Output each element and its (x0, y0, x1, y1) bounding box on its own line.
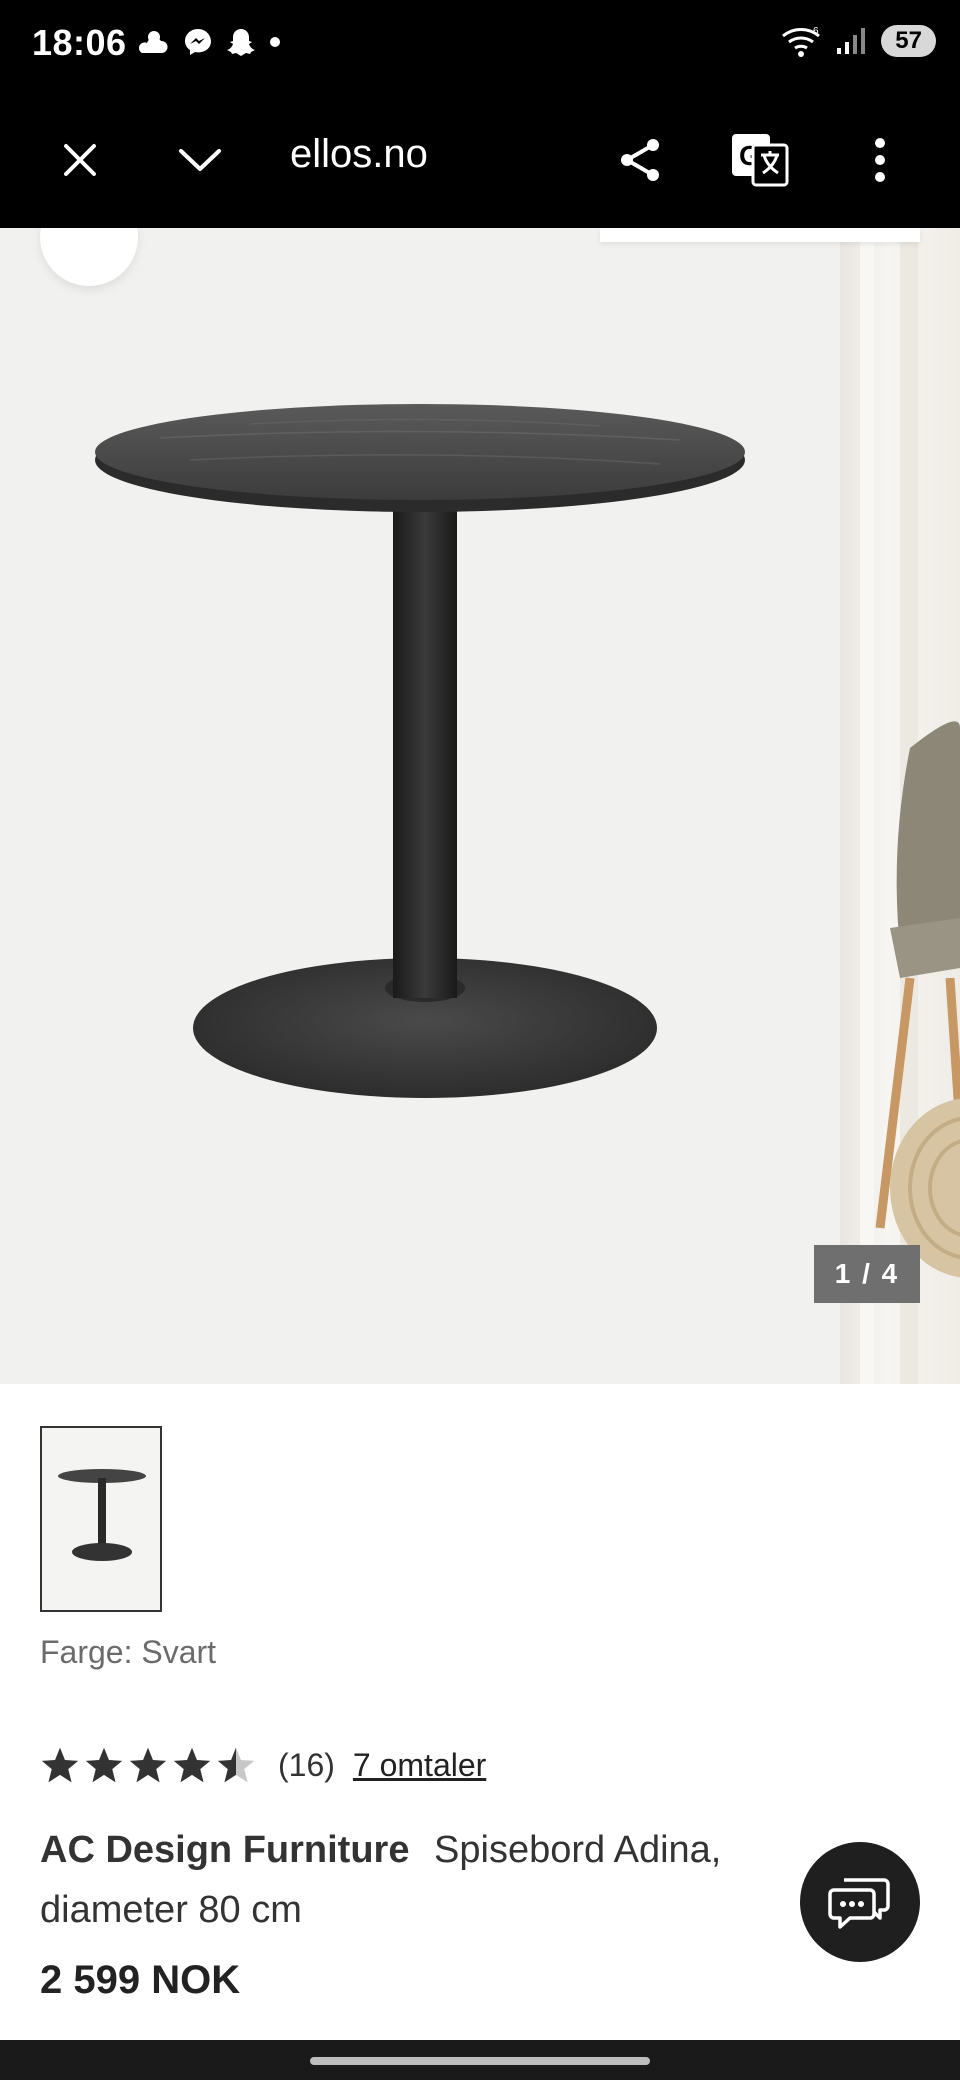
wifi-icon: 6 (782, 26, 821, 57)
color-label: Farge: Svart (40, 1634, 217, 1670)
star-icon (85, 1747, 123, 1783)
star-rating (40, 1746, 256, 1784)
system-navigation-bar (0, 2040, 960, 2080)
status-time: 18:06 (32, 22, 127, 63)
more-vert-icon (875, 138, 885, 182)
product-brand[interactable]: AC Design Furniture (40, 1829, 409, 1871)
chevron-down-icon (179, 149, 221, 171)
chat-button[interactable] (800, 1842, 920, 1962)
product-title: AC Design Furniture Spisebord Adina, dia… (40, 1820, 780, 1940)
close-button[interactable] (48, 128, 112, 192)
share-icon (621, 139, 659, 181)
weather-icon (138, 31, 168, 53)
minimize-button[interactable] (168, 128, 232, 192)
product-price: 2 599 NOK (40, 1958, 241, 2002)
system-icons: 6 57 (781, 24, 936, 58)
dot-icon (270, 37, 280, 47)
status-bar: 18:06 6 57 (0, 0, 960, 92)
next-product-image-peek[interactable] (840, 228, 960, 1384)
image-counter: 1 / 4 (814, 1245, 920, 1303)
notification-icons (136, 26, 282, 58)
table-illustration (95, 404, 745, 1098)
star-icon (41, 1747, 79, 1783)
thumbnail-selected[interactable] (40, 1426, 162, 1612)
translate-button[interactable]: G (728, 128, 792, 192)
translate-icon: G (732, 134, 789, 187)
chair-illustration (860, 228, 960, 1384)
product-gallery[interactable]: 1 / 4 (0, 228, 960, 1384)
share-button[interactable] (608, 128, 672, 192)
star-half-icon (217, 1747, 255, 1783)
home-gesture-handle[interactable] (310, 2057, 650, 2065)
product-image[interactable] (0, 228, 840, 1384)
browser-toolbar: ellos.no G (0, 92, 960, 228)
snapchat-icon (227, 29, 255, 56)
url-label[interactable]: ellos.no (290, 132, 428, 177)
chat-icon (828, 1878, 890, 1929)
svg-text:6: 6 (813, 26, 819, 37)
star-icon (129, 1747, 167, 1783)
reviews-link[interactable]: 7 omtaler (353, 1747, 486, 1784)
rating-row: (16) 7 omtaler (40, 1740, 486, 1790)
overlay-card-edge (600, 228, 920, 242)
thumbnail-table-image (58, 1469, 146, 1561)
messenger-icon (185, 29, 211, 55)
close-icon (64, 144, 96, 176)
more-options-button[interactable] (848, 128, 912, 192)
battery-icon: 57 (881, 25, 936, 57)
rating-count: (16) (278, 1746, 335, 1783)
signal-icon (837, 28, 866, 54)
star-icon (173, 1747, 211, 1783)
